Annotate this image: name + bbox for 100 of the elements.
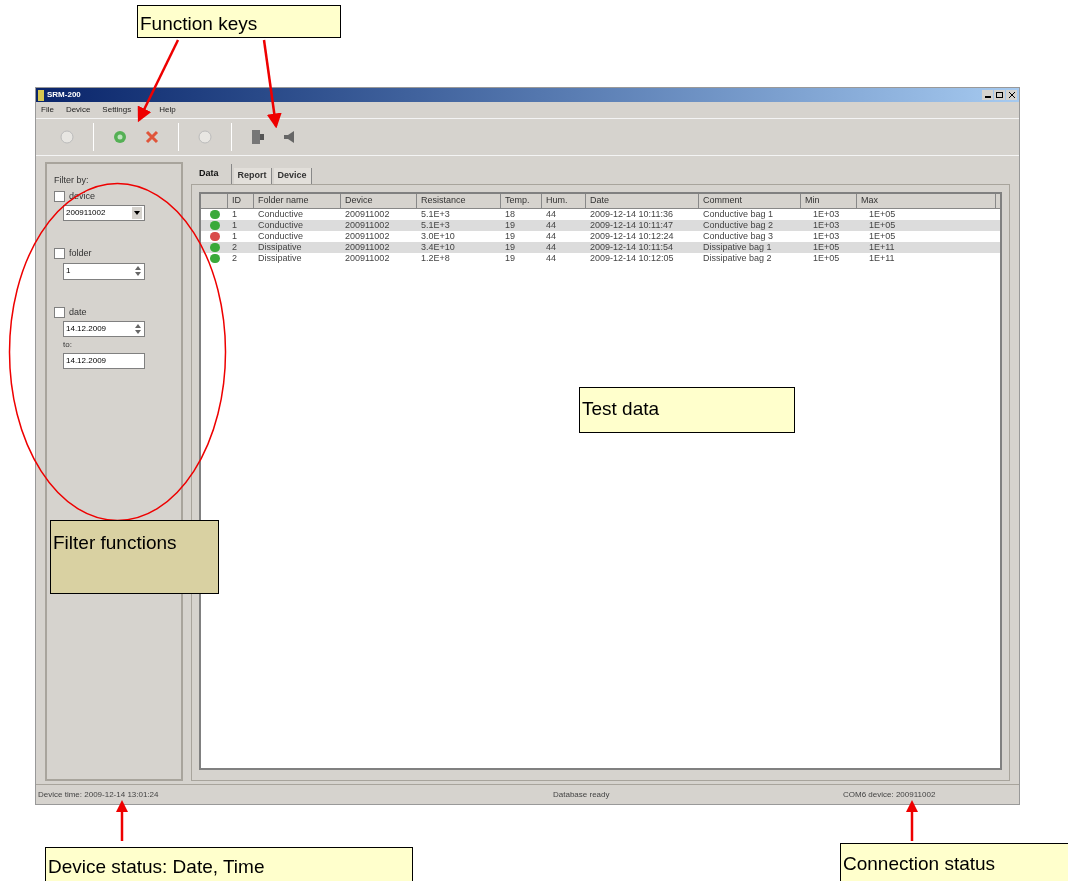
table-cell-text: 200911002 [344, 209, 391, 220]
close-icon [1008, 92, 1015, 98]
column-header: Comment [699, 194, 801, 208]
table-cell-text: 1E+05 [868, 209, 897, 220]
table-row[interactable]: 1 Conductive 200911002 5.1E+3 19 44 2009-12-14 10:11:47 Conductive bag 2 1E+03 1E+05 [201, 220, 1000, 231]
callout: Function keys [137, 5, 341, 38]
device-dropdown[interactable]: 200911002 [63, 205, 145, 221]
table-cell-text: 1E+03 [812, 220, 841, 231]
table-cell-text: Conductive bag 2 [702, 220, 775, 231]
callout: Connection status [840, 843, 1068, 881]
table-cell-text: Conductive bag 3 [702, 231, 775, 242]
table-cell-text: 2009-12-14 10:11:54 [589, 242, 674, 253]
table-cell-text: 2 [231, 253, 238, 264]
table-cell-text: 19 [504, 242, 516, 253]
checkbox[interactable] [54, 190, 65, 202]
circle-icon [60, 130, 74, 144]
callout: Device status: Date, Time [45, 847, 413, 881]
table-cell-text: 200911002 [344, 253, 391, 264]
to-label: to: [63, 339, 73, 351]
menu-item[interactable]: Settings [102, 104, 132, 116]
menu-item[interactable]: Device [65, 104, 91, 116]
table-cell-text: 5.1E+3 [420, 209, 451, 220]
filter-label: Filter by: [54, 174, 90, 187]
table-cell-text: Conductive bag 1 [702, 209, 775, 220]
close-icon [145, 130, 159, 144]
column-header: ID [228, 194, 254, 208]
table-cell-text: Dissipative [257, 242, 303, 253]
tab[interactable]: Report [233, 168, 272, 184]
dropdown-icon [134, 211, 140, 215]
table-cell-text: Conductive [257, 231, 305, 242]
column-header: Temp. [501, 194, 542, 208]
table-cell-text: 1E+11 [868, 242, 896, 253]
table-cell-text: Dissipative bag 1 [702, 242, 773, 253]
table-cell-text: 200911002 [344, 231, 391, 242]
table-cell-text: 1E+03 [812, 231, 841, 242]
close-button[interactable] [1006, 90, 1017, 100]
minimize-button[interactable] [982, 90, 993, 100]
table-cell-text: 1.2E+8 [420, 253, 451, 264]
status-text: Database ready [552, 788, 611, 801]
table-cell-text: 2009-12-14 10:12:05 [589, 253, 675, 264]
table-cell-text: 2 [231, 242, 238, 253]
spinner-icon [134, 323, 142, 335]
column-header: Device [341, 194, 417, 208]
checkbox[interactable] [54, 248, 65, 260]
date-to-field[interactable]: 14.12.2009 [63, 353, 145, 369]
app-icon [38, 89, 44, 101]
column-header: Resistance [417, 194, 501, 208]
table-cell-text: 1E+03 [812, 209, 841, 220]
spinner-icon [134, 265, 142, 277]
table-cell-text: 2009-12-14 10:12:24 [589, 231, 675, 242]
column-header: Hum. [542, 194, 586, 208]
table-cell-text: 1E+05 [868, 231, 897, 242]
window-title: SRM-200 [47, 89, 81, 101]
menu-item[interactable]: Help [159, 104, 176, 116]
table-cell-text: 44 [545, 209, 557, 220]
table-cell-text: 19 [504, 253, 516, 264]
table-cell-text: Dissipative [257, 253, 303, 264]
maximize-button[interactable] [994, 90, 1005, 100]
table-cell-text: 18 [504, 209, 516, 220]
arrow-drawing [906, 800, 918, 842]
table-cell-text: 3.4E+10 [420, 242, 456, 253]
checkbox-label: date [69, 305, 87, 319]
tab[interactable]: Device [273, 168, 312, 184]
arrow-drawing [116, 800, 128, 842]
table-cell-text: Conductive [257, 220, 305, 231]
table-cell-text: 44 [545, 231, 557, 242]
menu-item[interactable]: File [41, 104, 54, 116]
column-header: Date [586, 194, 699, 208]
status-text: COM6 device: 200911002 [842, 788, 937, 801]
date-from-field[interactable]: 14.12.2009 [63, 321, 145, 337]
table-cell-text: 1 [231, 220, 238, 231]
table-cell-text: 2009-12-14 10:11:47 [589, 220, 674, 231]
table-cell-text: 44 [545, 253, 557, 264]
minimize-icon [984, 96, 991, 98]
table-cell-text: 2009-12-14 10:11:36 [589, 209, 674, 220]
table-cell-text: Dissipative bag 2 [702, 253, 773, 264]
checkbox[interactable] [54, 306, 65, 318]
circle-icon [113, 130, 127, 144]
table-row[interactable]: 2 Dissipative 200911002 3.4E+10 19 44 2009-12-14 10:11:54 Dissipative bag 1 1E+05 1E+11 [201, 242, 1000, 253]
table-cell-text: 1E+11 [868, 253, 896, 264]
folder-spinbox[interactable]: 1 [63, 262, 145, 280]
table-cell-text: 19 [504, 231, 516, 242]
table-cell-text: Conductive [257, 209, 305, 220]
checkbox-label: folder [69, 247, 92, 260]
table-cell-text: 44 [545, 242, 557, 253]
table-cell-text: 1 [231, 209, 238, 220]
table-cell-text: 1E+05 [812, 242, 841, 253]
table-cell-text: 200911002 [344, 220, 391, 231]
door-icon [251, 129, 265, 145]
table-cell-text: 1E+05 [868, 220, 897, 231]
table-cell-text: 200911002 [344, 242, 391, 253]
status-text: Device time: 2009-12-14 13:01:24 [37, 788, 160, 801]
table-cell-text: 44 [545, 220, 557, 231]
column-header: Folder name [254, 194, 341, 208]
callout: Test data [579, 387, 795, 433]
table-cell-text: 19 [504, 220, 516, 231]
column-header: Max [857, 194, 996, 208]
callout: Filter functions [50, 520, 219, 594]
column-header: Min [801, 194, 857, 208]
table-cell-text: 3.0E+10 [420, 231, 456, 242]
